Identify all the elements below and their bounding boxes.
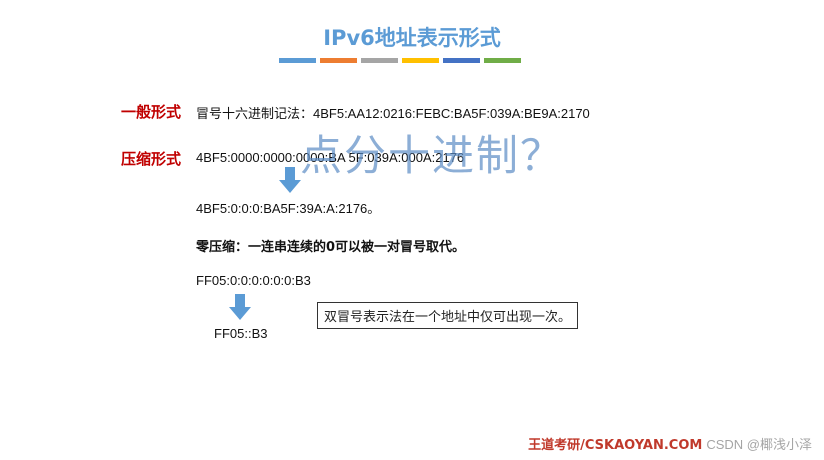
footer-watermark: CSDN @椰浅小泽 [706, 437, 812, 452]
general-form-text: 冒号十六进制记法：4BF5:AA12:0216:FEBC:BA5F:039A:B… [196, 106, 590, 121]
color-bar-segment [320, 58, 357, 63]
color-bar-segment [402, 58, 439, 63]
title-color-bar [279, 58, 521, 63]
down-arrow-icon [229, 294, 251, 320]
down-arrow-icon [279, 167, 301, 193]
footer: 王道考研/CSKAOYAN.COM CSDN @椰浅小泽 [528, 434, 812, 453]
slide-title: IPv6地址表示形式 [323, 26, 501, 50]
color-bar-segment [279, 58, 316, 63]
double-colon-note-box: 双冒号表示法在一个地址中仅可出现一次。 [317, 302, 579, 329]
color-bar-segment [443, 58, 480, 63]
overlay-question-text: 点分十进制？ [300, 131, 565, 180]
compressed-form-line2: 4BF5:0:0:0:BA5F:39A:A:2176。 [196, 201, 381, 216]
color-bar-segment [484, 58, 521, 63]
general-form-label: 一般形式 [121, 103, 182, 121]
zero-compression-short-address: FF05::B3 [214, 326, 268, 341]
color-bar-segment [361, 58, 398, 63]
zero-compression-full-address: FF05:0:0:0:0:0:0:B3 [196, 273, 311, 288]
compressed-form-label: 压缩形式 [121, 150, 182, 168]
zero-compression-heading: 零压缩：一连串连续的0可以被一对冒号取代。 [196, 240, 466, 255]
footer-brand: 王道考研/CSKAOYAN.COM [528, 438, 703, 453]
